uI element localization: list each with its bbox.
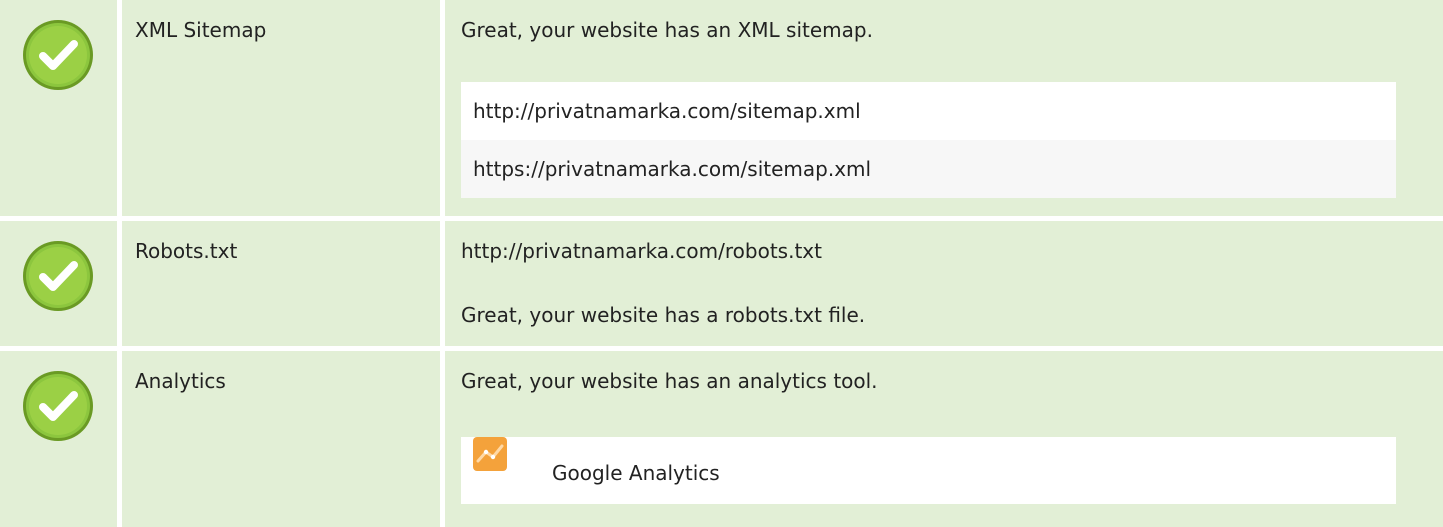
check-message: Great, your website has an analytics too… — [461, 369, 878, 393]
check-row-xml-sitemap: XML Sitemap Great, your website has an X… — [0, 0, 1443, 216]
label-cell: XML Sitemap — [122, 0, 440, 216]
check-label: Robots.txt — [135, 239, 238, 263]
list-item: https://privatnamarka.com/sitemap.xml — [461, 140, 1396, 198]
check-message: Great, your website has an XML sitemap. — [461, 18, 873, 42]
analytics-tool-name: Google Analytics — [552, 461, 720, 485]
google-analytics-icon — [473, 437, 507, 471]
check-circle-icon — [23, 20, 93, 90]
check-label: Analytics — [135, 369, 226, 393]
sitemap-url-list: http://privatnamarka.com/sitemap.xml htt… — [461, 82, 1396, 198]
label-cell: Robots.txt — [122, 221, 440, 346]
robots-url: http://privatnamarka.com/robots.txt — [461, 239, 822, 263]
status-cell — [0, 221, 117, 346]
analytics-tool-item: Google Analytics — [461, 437, 1396, 504]
check-message: Great, your website has a robots.txt fil… — [461, 303, 866, 327]
check-label: XML Sitemap — [135, 18, 267, 42]
status-cell — [0, 0, 117, 216]
check-circle-icon — [23, 371, 93, 441]
content-cell: Great, your website has an analytics too… — [445, 351, 1443, 527]
check-row-robots-txt: Robots.txt http://privatnamarka.com/robo… — [0, 221, 1443, 346]
label-cell: Analytics — [122, 351, 440, 527]
content-cell: Great, your website has an XML sitemap. … — [445, 0, 1443, 216]
status-cell — [0, 351, 117, 527]
list-item: http://privatnamarka.com/sitemap.xml — [461, 82, 1396, 140]
check-circle-icon — [23, 241, 93, 311]
content-cell: http://privatnamarka.com/robots.txt Grea… — [445, 221, 1443, 346]
check-row-analytics: Analytics Great, your website has an ana… — [0, 351, 1443, 527]
